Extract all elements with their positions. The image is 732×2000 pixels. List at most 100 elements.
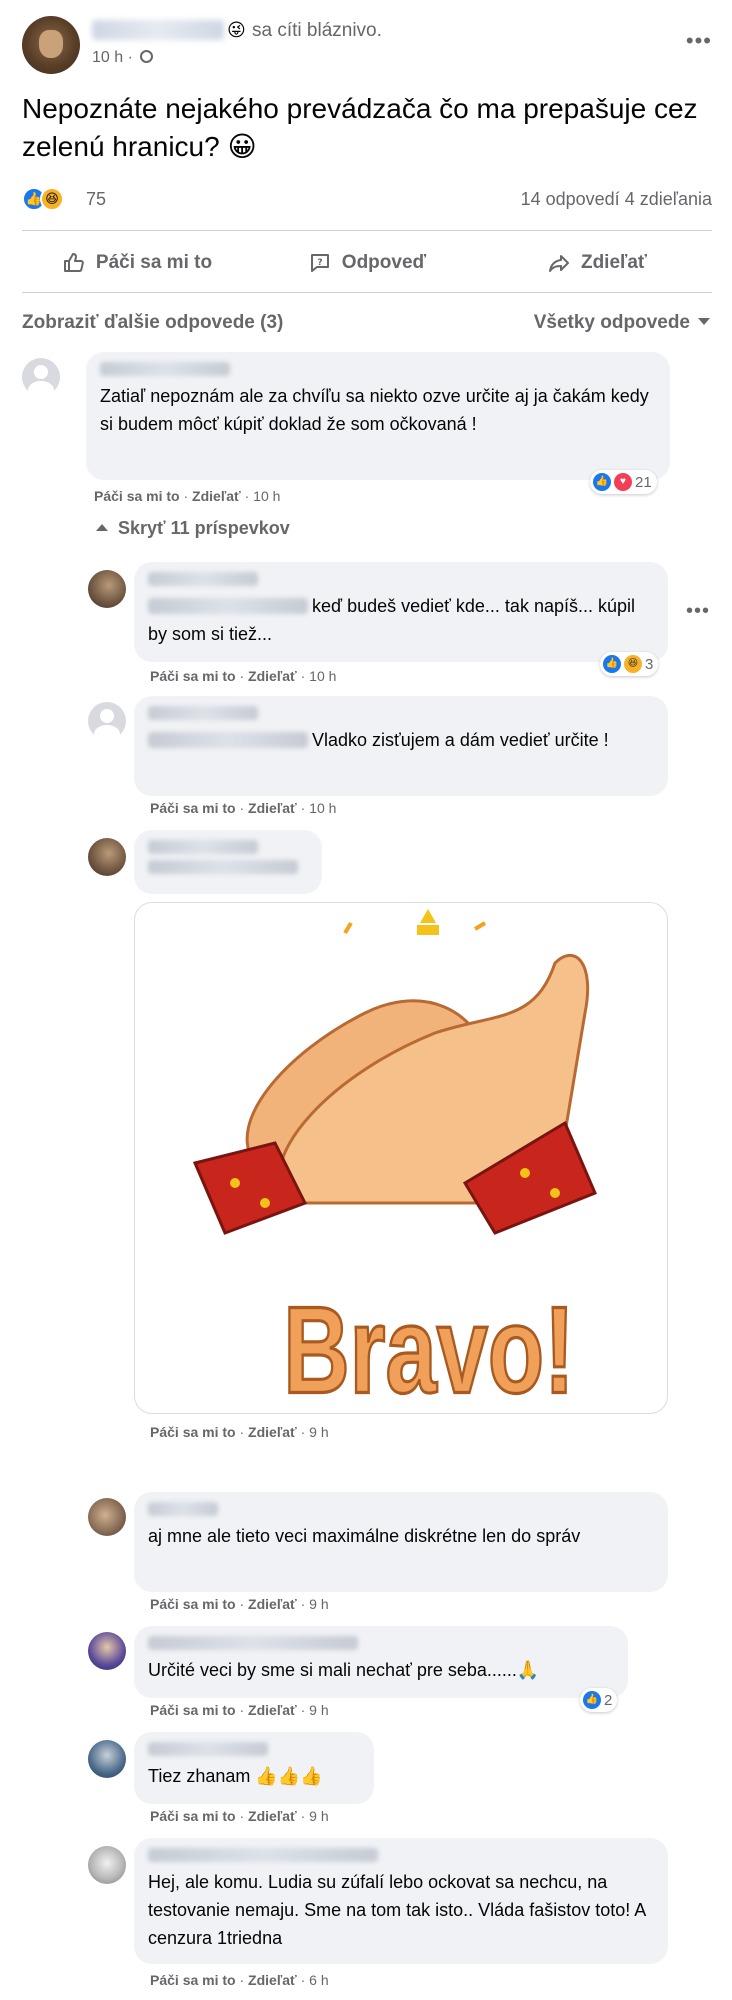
share-counts: 14 odpovedí 4 zdieľania — [521, 189, 712, 210]
comment-meta: Páči sa mi to · Zdieľať · 9 h — [150, 1424, 329, 1440]
comment-bubble: Hej, ale komu. Ludia su zúfalí lebo ocko… — [134, 1838, 668, 1964]
comment-reactions[interactable]: 👍 ♥ 21 — [590, 470, 657, 494]
mention-tag-redacted[interactable] — [148, 732, 308, 748]
commenter-avatar[interactable] — [88, 1846, 126, 1884]
comment-share-link[interactable]: Zdieľať — [248, 1424, 297, 1440]
reaction-count[interactable]: 75 — [86, 189, 106, 210]
comment-like-link[interactable]: Páči sa mi to — [150, 1424, 236, 1440]
mention-tag-redacted[interactable] — [148, 598, 308, 614]
comment-text: Zatiaľ nepoznám ale za chvíľu sa niekto … — [100, 386, 649, 434]
comment-like-link[interactable]: Páči sa mi to — [150, 800, 236, 816]
like-reaction-icon: 👍 — [603, 655, 621, 673]
like-button[interactable]: Páči sa mi to — [22, 236, 252, 290]
comment-share-link[interactable]: Zdieľať — [248, 800, 297, 816]
commenter-name-redacted[interactable] — [148, 706, 258, 720]
comment-time[interactable]: 9 h — [309, 1702, 328, 1718]
haha-reaction-icon: 😆 — [624, 655, 642, 673]
comment-bubble: keď budeš vedieť kde... tak napíš... kúp… — [134, 562, 668, 662]
comment-reactions[interactable]: 👍 2 — [580, 1688, 618, 1712]
commenter-name-redacted[interactable] — [148, 1502, 218, 1516]
commenter-name-redacted[interactable] — [148, 840, 258, 854]
commenter-avatar[interactable] — [88, 1632, 126, 1670]
comment-time[interactable]: 10 h — [309, 800, 336, 816]
love-reaction-icon: ♥ — [614, 473, 632, 491]
bravo-gif[interactable]: Bravo! — [134, 902, 668, 1414]
mention-tag-redacted[interactable] — [148, 860, 298, 874]
comment-time[interactable]: 9 h — [309, 1424, 328, 1440]
share-button[interactable]: Zdieľať — [482, 236, 712, 290]
more-horizontal-icon[interactable]: ••• — [686, 30, 712, 52]
replies-filter-label: Všetky odpovede — [533, 312, 690, 333]
comment-bubble: aj mne ale tieto veci maximálne diskrétn… — [134, 1492, 668, 1592]
comment-time[interactable]: 9 h — [309, 1808, 328, 1824]
post-text: Nepoznáte nejakého prevádzača čo ma prep… — [22, 93, 698, 162]
comment-reactions[interactable]: 👍 😆 3 — [600, 652, 659, 676]
feeling-emoji: 😜 — [227, 20, 246, 40]
divider — [22, 292, 712, 293]
show-more-replies[interactable]: Zobraziť ďalšie odpovede (3) — [22, 312, 283, 334]
comment-meta: Páči sa mi to · Zdieľať · 9 h — [150, 1596, 329, 1612]
like-reaction-icon: 👍 — [593, 473, 611, 491]
comment-time[interactable]: 9 h — [309, 1596, 328, 1612]
comment-share-link[interactable]: Zdieľať — [248, 1972, 297, 1988]
commenter-avatar[interactable] — [22, 358, 60, 396]
thumbs-up-icon — [63, 253, 84, 272]
feeling-text: sa cíti bláznivo. — [252, 20, 382, 41]
shares-count[interactable]: 4 zdieľania — [625, 189, 712, 209]
commenter-avatar[interactable] — [88, 1498, 126, 1536]
commenter-avatar[interactable] — [88, 1740, 126, 1778]
comment-share-link[interactable]: Zdieľať — [248, 668, 297, 684]
comment-like-link[interactable]: Páči sa mi to — [150, 1596, 236, 1612]
post-time[interactable]: 10 h · — [92, 49, 133, 66]
comment-bubble: Vladko zisťujem a dám vedieť určite ! — [134, 696, 668, 796]
reaction-icons[interactable]: 👍 😆 — [22, 186, 70, 212]
clapping-hands-image: Bravo! — [192, 909, 597, 1414]
comment-like-link[interactable]: Páči sa mi to — [94, 488, 180, 504]
comments-count[interactable]: 14 odpovedí — [521, 189, 620, 209]
gif-caption: Bravo! — [283, 1281, 575, 1414]
comment-reaction-count: 21 — [635, 473, 652, 491]
comment-meta: Páči sa mi to · Zdieľať · 9 h — [150, 1702, 329, 1718]
commenter-name-redacted[interactable] — [148, 1636, 358, 1650]
commenter-name-redacted[interactable] — [148, 1742, 268, 1756]
share-arrow-icon — [548, 255, 569, 272]
comment-options-icon[interactable]: ••• — [686, 600, 710, 623]
comment-time[interactable]: 10 h — [309, 668, 336, 684]
commenter-name-redacted[interactable] — [148, 1848, 378, 1862]
comment-button[interactable]: ? Odpoveď — [252, 236, 482, 290]
comment-meta: Páči sa mi to · Zdieľať · 10 h — [94, 488, 281, 504]
hide-replies-button[interactable]: Skryť 11 príspevkov — [96, 518, 290, 539]
commenter-name-redacted[interactable] — [100, 362, 230, 376]
divider — [22, 230, 712, 231]
globe-icon — [140, 50, 154, 63]
commenter-avatar[interactable] — [88, 702, 126, 740]
comment-meta: Páči sa mi to · Zdieľať · 6 h — [150, 1972, 329, 1988]
comment-text: Tiez zhanam 👍👍👍 — [148, 1766, 323, 1786]
comment-button-label: Odpoveď — [341, 252, 427, 273]
chevron-down-icon — [698, 318, 710, 325]
comment-like-link[interactable]: Páči sa mi to — [150, 1972, 236, 1988]
comment-time[interactable]: 10 h — [253, 488, 280, 504]
commenter-avatar[interactable] — [88, 838, 126, 876]
comment-like-link[interactable]: Páči sa mi to — [150, 1808, 236, 1824]
chevron-up-icon — [96, 524, 108, 531]
replies-filter[interactable]: Všetky odpovede — [534, 312, 710, 334]
commenter-avatar[interactable] — [88, 570, 126, 608]
comment-meta: Páči sa mi to · Zdieľať · 10 h — [150, 800, 337, 816]
comment-share-link[interactable]: Zdieľať — [192, 488, 241, 504]
author-name-redacted[interactable] — [92, 20, 224, 40]
comment-text: Hej, ale komu. Ludia su zúfalí lebo ocko… — [148, 1872, 646, 1948]
comment-icon: ? — [310, 254, 329, 272]
comment-reaction-count: 3 — [645, 655, 654, 673]
hide-replies-label: Skryť 11 príspevkov — [118, 518, 290, 538]
comment-share-link[interactable]: Zdieľať — [248, 1596, 297, 1612]
comment-share-link[interactable]: Zdieľať — [248, 1702, 297, 1718]
commenter-name-redacted[interactable] — [148, 572, 258, 586]
haha-reaction-icon: 😆 — [40, 187, 64, 211]
comment-like-link[interactable]: Páči sa mi to — [150, 668, 236, 684]
author-avatar[interactable] — [22, 16, 80, 74]
share-button-label: Zdieľať — [580, 252, 648, 273]
comment-like-link[interactable]: Páči sa mi to — [150, 1702, 236, 1718]
comment-share-link[interactable]: Zdieľať — [248, 1808, 297, 1824]
comment-time[interactable]: 6 h — [309, 1972, 328, 1988]
